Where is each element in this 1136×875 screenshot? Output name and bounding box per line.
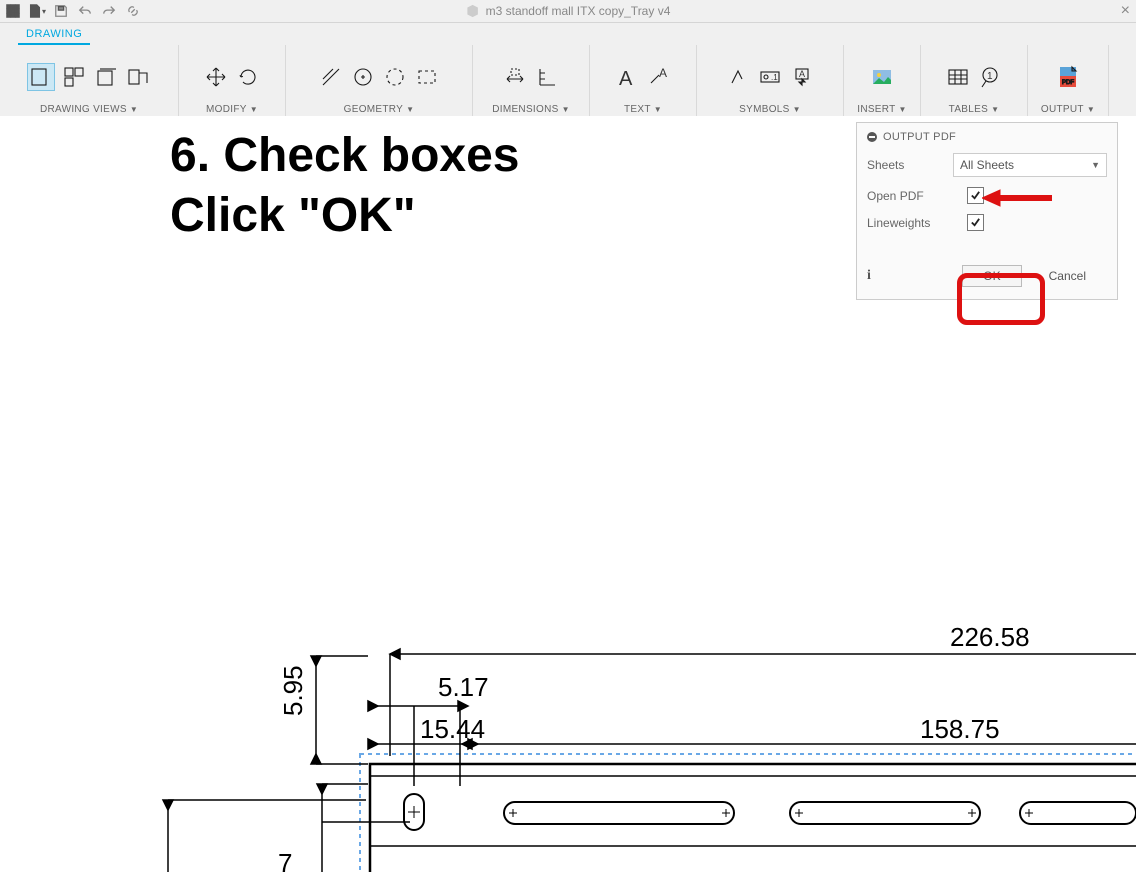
red-arrow-annotation (982, 188, 1052, 211)
panel-geometry: GEOMETRY▼ (286, 45, 473, 117)
surface-finish-icon[interactable] (725, 64, 751, 90)
rectangle-icon[interactable] (414, 64, 440, 90)
panel-tables: 1 TABLES▼ (921, 45, 1028, 117)
dim-517: 5.17 (438, 672, 489, 702)
save-icon[interactable] (50, 1, 72, 21)
base-view-icon[interactable] (27, 63, 55, 91)
image-icon[interactable] (869, 64, 895, 90)
lineweights-label: Lineweights (867, 216, 930, 230)
link-icon[interactable] (122, 1, 144, 21)
panel-drawing-views: DRAWING VIEWS▼ (0, 45, 179, 117)
canvas-area: 6. Check boxes Click "OK" OUTPUT PDF She… (0, 116, 1136, 756)
svg-text:A: A (659, 66, 667, 80)
balloon-icon[interactable]: 1 (977, 64, 1003, 90)
move-icon[interactable] (203, 64, 229, 90)
output-pdf-dialog: OUTPUT PDF Sheets All Sheets▼ Open PDF L… (856, 122, 1118, 300)
detail-view-icon[interactable] (125, 64, 151, 90)
tab-strip: DRAWING (0, 23, 1136, 45)
panel-symbols: .1 A SYMBOLS▼ (697, 45, 844, 117)
technical-drawing: 226.58 5.17 15.44 158.75 5.95 (0, 516, 1136, 872)
line-icon[interactable] (318, 64, 344, 90)
svg-text:PDF: PDF (1062, 80, 1074, 86)
undo-icon[interactable] (74, 1, 96, 21)
sheets-label: Sheets (867, 158, 904, 172)
text-icon[interactable]: A (614, 64, 640, 90)
panel-text: A A TEXT▼ (590, 45, 697, 117)
file-icon[interactable]: ▾ (26, 1, 48, 21)
title-bar: ▾ m3 standoff mall ITX copy_Tray v4 × (0, 0, 1136, 23)
svg-text:1: 1 (987, 71, 993, 82)
document-title: m3 standoff mall ITX copy_Tray v4 (466, 4, 671, 18)
table-icon[interactable] (945, 64, 971, 90)
circle-icon[interactable] (350, 64, 376, 90)
svg-text:.1: .1 (771, 73, 778, 82)
output-pdf-icon[interactable]: PDF (1055, 64, 1081, 90)
sheets-select[interactable]: All Sheets▼ (953, 153, 1107, 177)
ordinate-icon[interactable] (534, 64, 560, 90)
svg-text:A: A (799, 69, 805, 79)
panel-dimensions: DIMENSIONS▼ (473, 45, 590, 117)
panel-insert: INSERT▼ (844, 45, 921, 117)
cancel-button[interactable]: Cancel (1028, 265, 1107, 287)
dim-7: 7 (278, 848, 292, 872)
svg-text:A: A (619, 68, 633, 89)
gdt-frame-icon[interactable]: .1 (757, 64, 783, 90)
dimension-icon[interactable] (502, 64, 528, 90)
close-icon[interactable]: × (1121, 2, 1130, 20)
ok-button[interactable]: OK (962, 265, 1021, 287)
collapse-icon[interactable] (867, 132, 877, 142)
rotate-icon[interactable] (235, 64, 261, 90)
open-pdf-label: Open PDF (867, 189, 924, 203)
info-icon[interactable]: i (867, 268, 871, 284)
dim-595: 5.95 (278, 665, 308, 716)
dim-158: 158.75 (920, 714, 1000, 744)
dialog-title: OUTPUT PDF (883, 131, 956, 143)
dim-1544: 15.44 (420, 714, 485, 744)
panel-output: PDF OUTPUT▼ (1028, 45, 1109, 117)
instruction-overlay: 6. Check boxes Click "OK" (170, 126, 520, 246)
datum-icon[interactable]: A (789, 64, 815, 90)
lineweights-checkbox[interactable] (967, 214, 984, 231)
ribbon: DRAWING VIEWS▼ MODIFY▼ GEOMETRY▼ DIMENSI… (0, 45, 1136, 118)
tab-drawing[interactable]: DRAWING (18, 25, 90, 45)
projected-view-icon[interactable] (61, 64, 87, 90)
section-view-icon[interactable] (93, 64, 119, 90)
arc-icon[interactable] (382, 64, 408, 90)
leader-text-icon[interactable]: A (646, 64, 672, 90)
panel-modify: MODIFY▼ (179, 45, 286, 117)
grid-icon[interactable] (2, 1, 24, 21)
redo-icon[interactable] (98, 1, 120, 21)
dim-226: 226.58 (950, 622, 1030, 652)
